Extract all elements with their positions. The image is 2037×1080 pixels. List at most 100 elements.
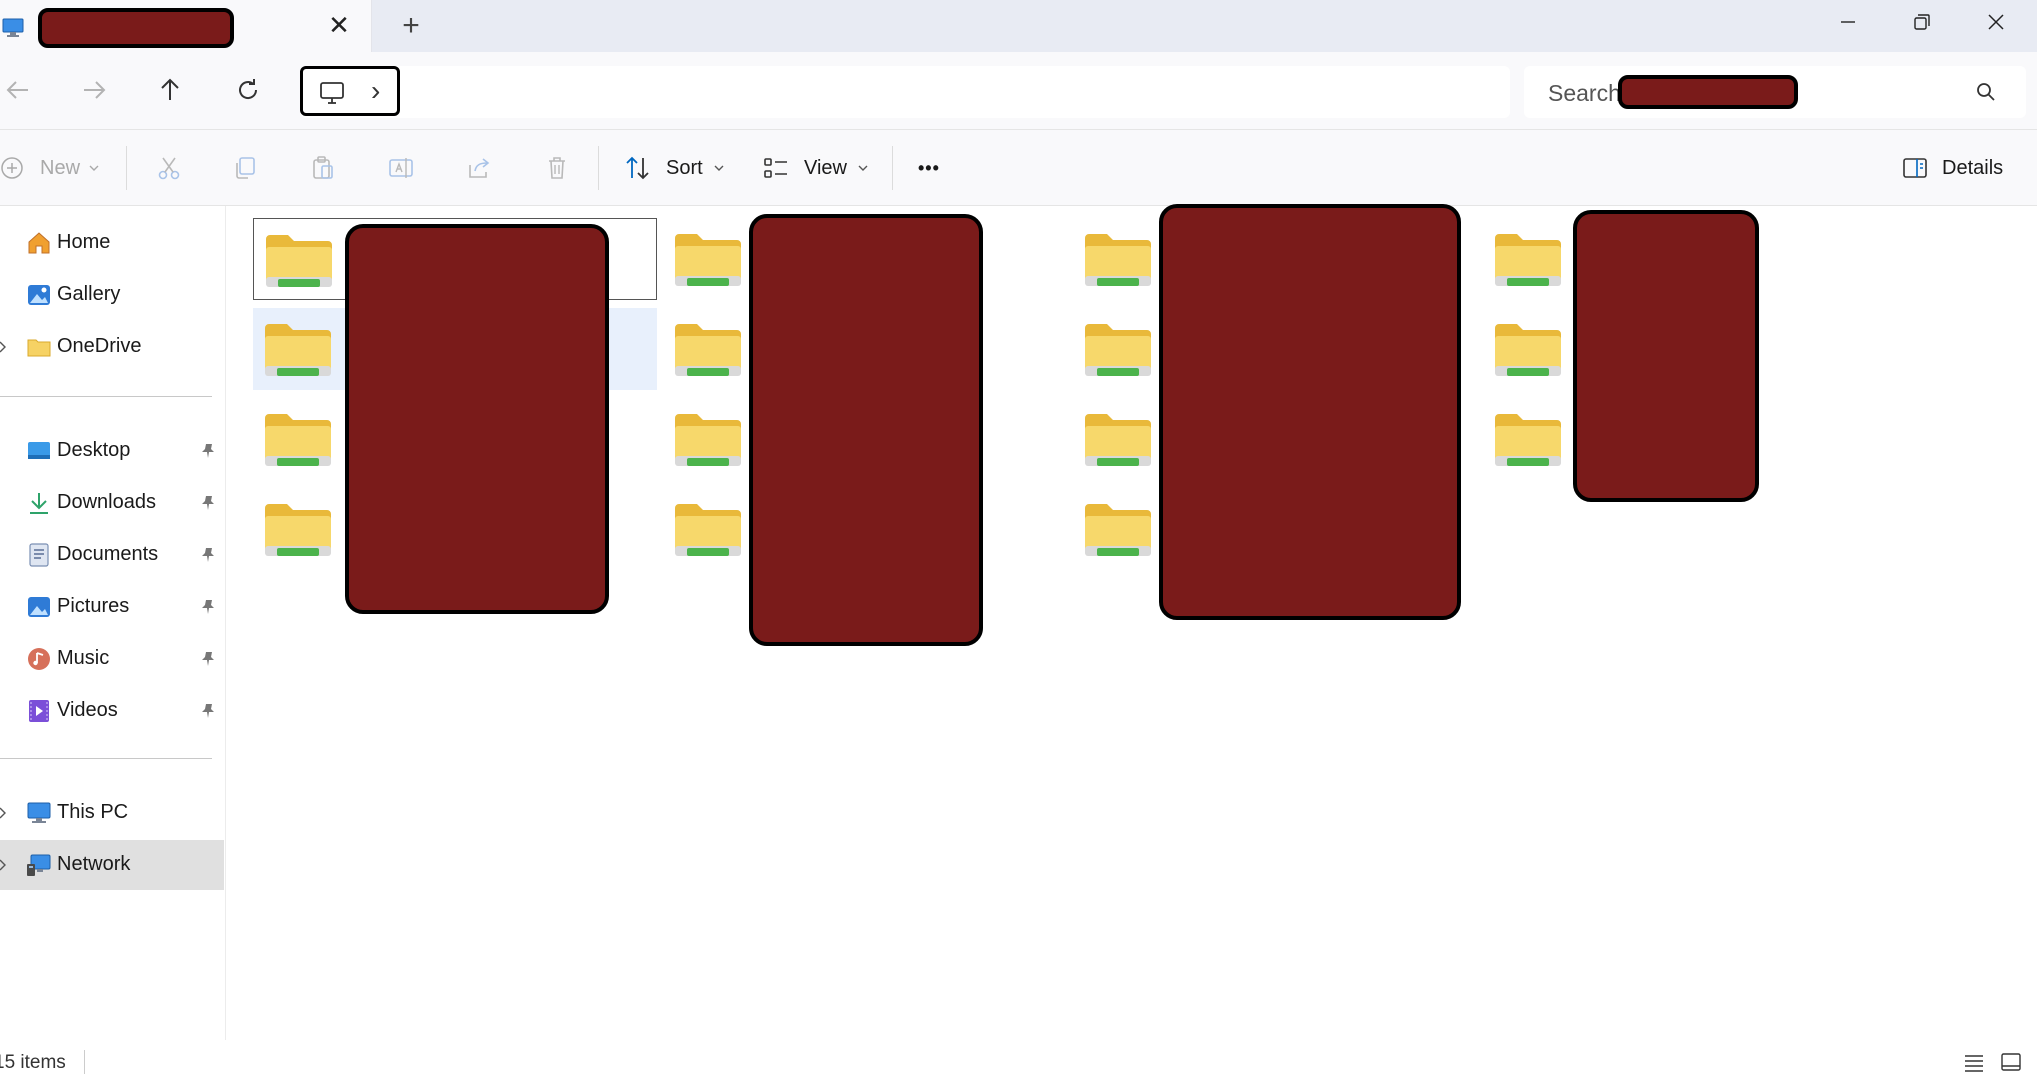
- pin-icon[interactable]: [200, 703, 216, 719]
- home-icon: [28, 232, 50, 254]
- chevron-right-icon[interactable]: [0, 805, 8, 821]
- delete-icon: [549, 157, 565, 179]
- sidebar-item-videos[interactable]: Videos: [0, 686, 224, 736]
- network-folder-icon: [673, 230, 743, 292]
- sidebar-item-downloads[interactable]: Downloads: [0, 478, 224, 528]
- rename-icon: [389, 158, 413, 178]
- cut-icon: [158, 157, 180, 180]
- sidebar-item-label: Network: [57, 853, 131, 875]
- sidebar-item-label: Videos: [57, 699, 118, 721]
- toolbar-divider: [598, 146, 599, 190]
- sidebar-item-pictures[interactable]: Pictures: [0, 582, 224, 632]
- cut-button[interactable]: [156, 150, 182, 186]
- paste-icon: [313, 156, 333, 179]
- pin-icon[interactable]: [200, 599, 216, 615]
- sidebar-item-label: Gallery: [57, 283, 121, 305]
- network-folder-icon: [673, 410, 743, 472]
- sidebar-item-onedrive[interactable]: OneDrive: [0, 322, 224, 372]
- search-box[interactable]: Search: [1524, 66, 2026, 118]
- delete-button[interactable]: [544, 150, 570, 186]
- sidebar-item-this-pc[interactable]: This PC: [0, 788, 224, 838]
- network-folder-icon: [1493, 320, 1563, 382]
- back-button[interactable]: [0, 70, 40, 110]
- network-folder-icon: [1083, 410, 1153, 472]
- toolbar-divider: [892, 146, 893, 190]
- tab-title-redacted: [38, 8, 234, 48]
- sidebar-item-documents[interactable]: Documents: [0, 530, 224, 580]
- item-count: 15 items: [0, 1052, 66, 1073]
- pin-icon[interactable]: [200, 443, 216, 459]
- share-button[interactable]: [466, 150, 492, 186]
- sidebar-item-desktop[interactable]: Desktop: [0, 426, 224, 476]
- pin-icon[interactable]: [200, 495, 216, 511]
- minimize-button[interactable]: [1828, 6, 1868, 38]
- more-options-icon: •••: [918, 157, 940, 178]
- chevron-down-icon: [714, 165, 724, 171]
- details-pane-button[interactable]: Details: [1902, 150, 2003, 186]
- view-button[interactable]: View: [762, 150, 869, 186]
- network-folder-icon: [263, 410, 333, 472]
- network-folder-icon: [1083, 320, 1153, 382]
- pin-icon[interactable]: [200, 547, 216, 563]
- sidebar-item-label: Downloads: [57, 491, 156, 513]
- pin-icon[interactable]: [200, 651, 216, 667]
- breadcrumb[interactable]: ›: [300, 66, 400, 116]
- details-label: Details: [1942, 156, 2004, 179]
- sidebar-item-network[interactable]: Network: [0, 840, 224, 890]
- network-folder-icon: [1493, 230, 1563, 292]
- arrow-left-icon: [6, 81, 28, 99]
- chevron-right-icon[interactable]: [0, 857, 8, 873]
- tiles-view-icon[interactable]: [2000, 1052, 2022, 1072]
- folder-names-redacted: [749, 214, 983, 646]
- view-icon: [764, 158, 787, 178]
- sort-icon: [626, 156, 649, 180]
- details-view-icon[interactable]: [1964, 1054, 1984, 1072]
- forward-button[interactable]: [74, 70, 114, 110]
- title-bar: ✕ +: [0, 0, 2037, 52]
- computer-icon: [27, 802, 51, 823]
- sort-button[interactable]: Sort: [624, 150, 725, 186]
- toolbar-divider: [126, 146, 127, 190]
- refresh-icon: [239, 79, 258, 99]
- paste-button[interactable]: [310, 150, 336, 186]
- sort-label: Sort: [666, 156, 703, 179]
- view-label: View: [804, 156, 847, 179]
- download-icon: [30, 493, 48, 514]
- refresh-button[interactable]: [228, 70, 268, 110]
- rename-button[interactable]: [388, 150, 414, 186]
- gallery-icon: [28, 285, 50, 305]
- command-bar: New Sort View ••• Details: [0, 130, 2037, 206]
- search-scope-redacted: [1618, 75, 1798, 109]
- pictures-icon: [28, 597, 50, 617]
- sidebar-item-label: OneDrive: [57, 335, 142, 357]
- sidebar-item-label: Desktop: [57, 439, 131, 461]
- folder-names-redacted: [1159, 204, 1461, 620]
- breadcrumb-chevron[interactable]: ›: [371, 75, 380, 107]
- music-icon: [28, 648, 50, 670]
- chevron-right-icon[interactable]: [0, 339, 8, 355]
- folder-names-redacted: [345, 224, 609, 614]
- sidebar-item-music[interactable]: Music: [0, 634, 224, 684]
- explorer-tab[interactable]: ✕: [0, 0, 372, 52]
- navigation-bar: › Search: [0, 52, 2037, 130]
- close-window-button[interactable]: [1976, 6, 2016, 38]
- restore-icon: [1914, 14, 1930, 30]
- copy-button[interactable]: [232, 150, 258, 186]
- tab-close-button[interactable]: ✕: [326, 12, 352, 38]
- new-label: New: [40, 156, 81, 179]
- minimize-icon: [1841, 21, 1855, 23]
- new-tab-button[interactable]: +: [396, 11, 426, 42]
- maximize-button[interactable]: [1902, 6, 1942, 38]
- search-icon[interactable]: [1976, 82, 1996, 102]
- new-button[interactable]: New: [0, 150, 100, 186]
- sidebar-item-gallery[interactable]: Gallery: [0, 270, 224, 320]
- up-button[interactable]: [150, 70, 190, 110]
- address-bar[interactable]: ›: [300, 66, 1510, 118]
- sidebar-item-home[interactable]: Home: [0, 218, 224, 268]
- folder-icon: [27, 339, 51, 357]
- navigation-pane: Home Gallery OneDrive Desktop Downloads …: [0, 206, 226, 1040]
- sidebar-item-label: Pictures: [57, 595, 130, 617]
- close-icon: [1988, 14, 2004, 30]
- chevron-down-icon: [89, 165, 99, 171]
- more-options-button[interactable]: •••: [918, 150, 940, 186]
